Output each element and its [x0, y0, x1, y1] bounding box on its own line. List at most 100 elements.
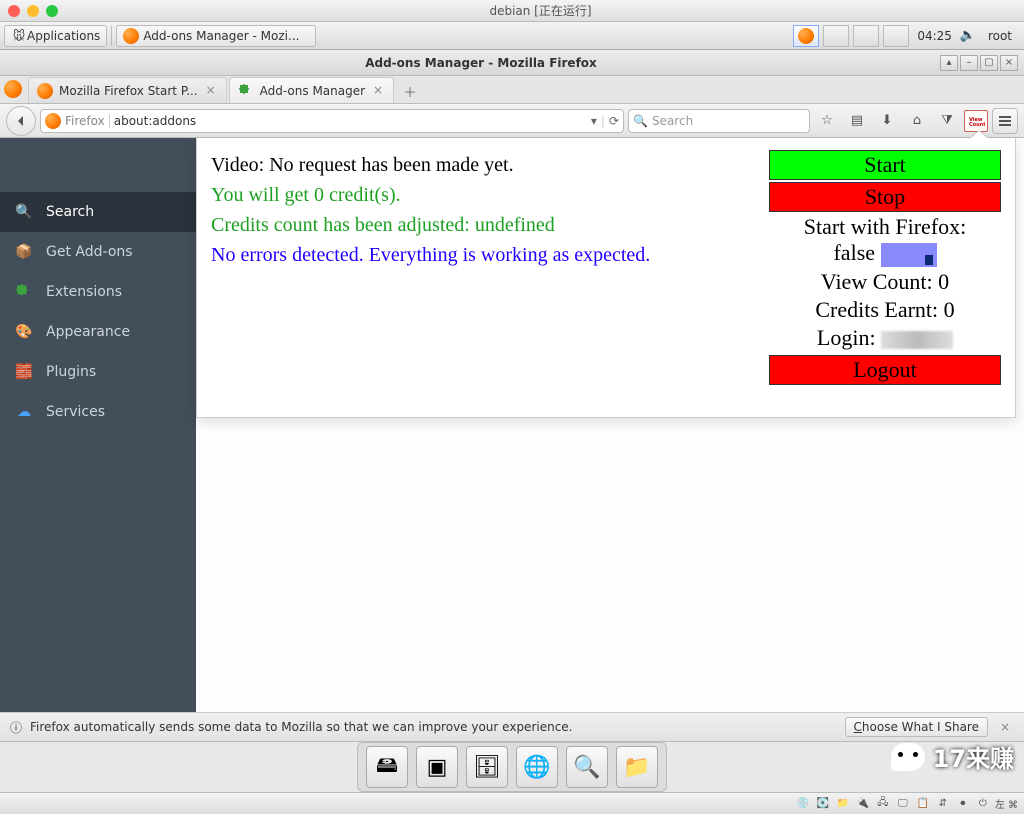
- panel-user[interactable]: root: [980, 29, 1020, 43]
- zoom-icon[interactable]: [46, 5, 58, 17]
- firefox-throbber-icon: [4, 80, 22, 98]
- library-icon[interactable]: ▤: [844, 108, 870, 134]
- telemetry-infobar: ⓘ Firefox automatically sends some data …: [0, 712, 1024, 742]
- close-icon[interactable]: [8, 5, 20, 17]
- downloads-icon[interactable]: ⬇: [874, 108, 900, 134]
- tray-clipboard-icon[interactable]: 📋: [915, 796, 931, 812]
- login-row: Login:: [769, 325, 1001, 351]
- watermark-text: 17来赚: [933, 739, 1014, 774]
- search-placeholder: Search: [652, 114, 693, 128]
- tray-folder-icon[interactable]: 📁: [835, 796, 851, 812]
- search-bar[interactable]: 🔍 Search: [628, 109, 810, 133]
- window-rollup-button[interactable]: ▴: [940, 55, 958, 71]
- stop-button[interactable]: Stop: [769, 182, 1001, 212]
- start-with-firefox-row: Start with Firefox: false: [769, 214, 1001, 267]
- applications-label: Applications: [27, 29, 100, 43]
- tray-network-icon[interactable]: 🖧: [875, 796, 891, 812]
- tray-power-icon[interactable]: ⏻: [975, 796, 991, 812]
- search-icon: 🔍: [633, 114, 648, 128]
- window-maximize-button[interactable]: ▢: [980, 55, 998, 71]
- tab-close-button[interactable]: ×: [204, 84, 218, 98]
- login-value-blurred: [881, 331, 953, 349]
- url-identity: Firefox: [65, 114, 110, 128]
- choose-share-button[interactable]: Choose What I Share: [845, 717, 988, 737]
- dock-search-doc-icon[interactable]: 🔍: [566, 746, 608, 788]
- window-minimize-button[interactable]: –: [960, 55, 978, 71]
- firefox-title: Add-ons Manager - Mozilla Firefox: [28, 56, 934, 70]
- url-bar[interactable]: Firefox about:addons ▾ | ⟳: [40, 109, 624, 133]
- firefox-identity-icon: [45, 113, 61, 129]
- sidebar-item-search[interactable]: 🔍 Search: [0, 192, 196, 232]
- applications-menu[interactable]: 🐭 Applications: [4, 25, 107, 47]
- tray-usb-icon[interactable]: 🔌: [855, 796, 871, 812]
- mouse-icon: 🐭: [11, 28, 27, 44]
- volume-icon[interactable]: 🔈: [960, 28, 976, 44]
- mac-titlebar: debian [正在运行]: [0, 0, 1024, 22]
- watermark: 17来赚: [891, 739, 1014, 774]
- workspace-3[interactable]: [853, 25, 879, 47]
- taskbar-firefox[interactable]: Add-ons Manager - Mozi...: [116, 25, 316, 47]
- dock-disk-icon[interactable]: 🖴: [366, 746, 408, 788]
- back-button[interactable]: [6, 106, 36, 136]
- tray-shared-icon[interactable]: ⇵: [935, 796, 951, 812]
- bookmark-star-icon[interactable]: ☆: [814, 108, 840, 134]
- svg-text:Count: Count: [969, 122, 985, 128]
- download-box-icon: 📦: [14, 242, 34, 262]
- sidebar-item-extensions[interactable]: Extensions: [0, 272, 196, 312]
- dropdown-icon[interactable]: ▾: [591, 114, 597, 128]
- dock-browser-icon[interactable]: 🌐: [516, 746, 558, 788]
- url-text: about:addons: [114, 114, 196, 128]
- sidebar-label: Get Add-ons: [46, 244, 133, 260]
- workspace-1[interactable]: [793, 25, 819, 47]
- firefox-mini-icon: [798, 28, 814, 44]
- puzzle-icon: [238, 83, 254, 99]
- desktop-panel: 🐭 Applications Add-ons Manager - Mozi...…: [0, 22, 1024, 50]
- start-button[interactable]: Start: [769, 150, 1001, 180]
- view-count-row: View Count: 0: [769, 269, 1001, 295]
- dock-files-icon[interactable]: 🗄: [466, 746, 508, 788]
- tray-disc-icon[interactable]: 💿: [795, 796, 811, 812]
- infobar-close-button[interactable]: ×: [996, 720, 1014, 734]
- wechat-icon: [891, 743, 925, 771]
- workspace-4[interactable]: [883, 25, 909, 47]
- sidebar-label: Extensions: [46, 284, 122, 300]
- extension-badge-icon[interactable]: ViewCount: [964, 110, 988, 132]
- vm-statusbar: 💿 💽 📁 🔌 🖧 🖵 📋 ⇵ ⏺ ⏻ 左 ⌘: [0, 792, 1024, 814]
- tab-strip: Mozilla Firefox Start P... × Add-ons Man…: [0, 76, 1024, 104]
- paint-icon: 🎨: [14, 322, 34, 342]
- sidebar-item-appearance[interactable]: 🎨 Appearance: [0, 312, 196, 352]
- pocket-icon[interactable]: ⧩: [934, 108, 960, 134]
- cloud-icon: ☁: [14, 402, 34, 422]
- tab-addons-manager[interactable]: Add-ons Manager ×: [229, 77, 394, 103]
- tray-disk-icon[interactable]: 💽: [815, 796, 831, 812]
- workspace-2[interactable]: [823, 25, 849, 47]
- window-close-button[interactable]: ×: [1000, 55, 1018, 71]
- panel-separator: [111, 26, 112, 46]
- home-icon[interactable]: ⌂: [904, 108, 930, 134]
- sidebar-label: Appearance: [46, 324, 130, 340]
- sidebar-label: Plugins: [46, 364, 96, 380]
- minimize-icon[interactable]: [27, 5, 39, 17]
- tab-close-button[interactable]: ×: [371, 84, 385, 98]
- tray-display-icon[interactable]: 🖵: [895, 796, 911, 812]
- brick-icon: 🧱: [14, 362, 34, 382]
- sidebar-item-plugins[interactable]: 🧱 Plugins: [0, 352, 196, 392]
- firefox-icon: [37, 83, 53, 99]
- sidebar-item-get-addons[interactable]: 📦 Get Add-ons: [0, 232, 196, 272]
- tray-recording-icon[interactable]: ⏺: [955, 796, 971, 812]
- sidebar-item-services[interactable]: ☁ Services: [0, 392, 196, 432]
- dock-terminal-icon[interactable]: ▣: [416, 746, 458, 788]
- menu-button[interactable]: [992, 108, 1018, 134]
- popout-msg-status: No errors detected. Everything is workin…: [211, 240, 769, 270]
- addons-sidebar: 🔍 Search 📦 Get Add-ons Extensions 🎨 Appe…: [0, 138, 196, 712]
- dock-folder-icon[interactable]: 📁: [616, 746, 658, 788]
- puzzle-icon: [14, 282, 34, 302]
- reload-icon[interactable]: ⟳: [609, 114, 619, 128]
- new-tab-button[interactable]: ＋: [396, 79, 424, 103]
- addons-content: 🔍 Search 📦 Get Add-ons Extensions 🎨 Appe…: [0, 138, 1024, 712]
- tab-start-page[interactable]: Mozilla Firefox Start P... ×: [28, 77, 227, 103]
- sidebar-label: Search: [46, 204, 94, 220]
- sidebar-label: Services: [46, 404, 105, 420]
- start-with-firefox-toggle[interactable]: [881, 243, 937, 267]
- logout-button[interactable]: Logout: [769, 355, 1001, 385]
